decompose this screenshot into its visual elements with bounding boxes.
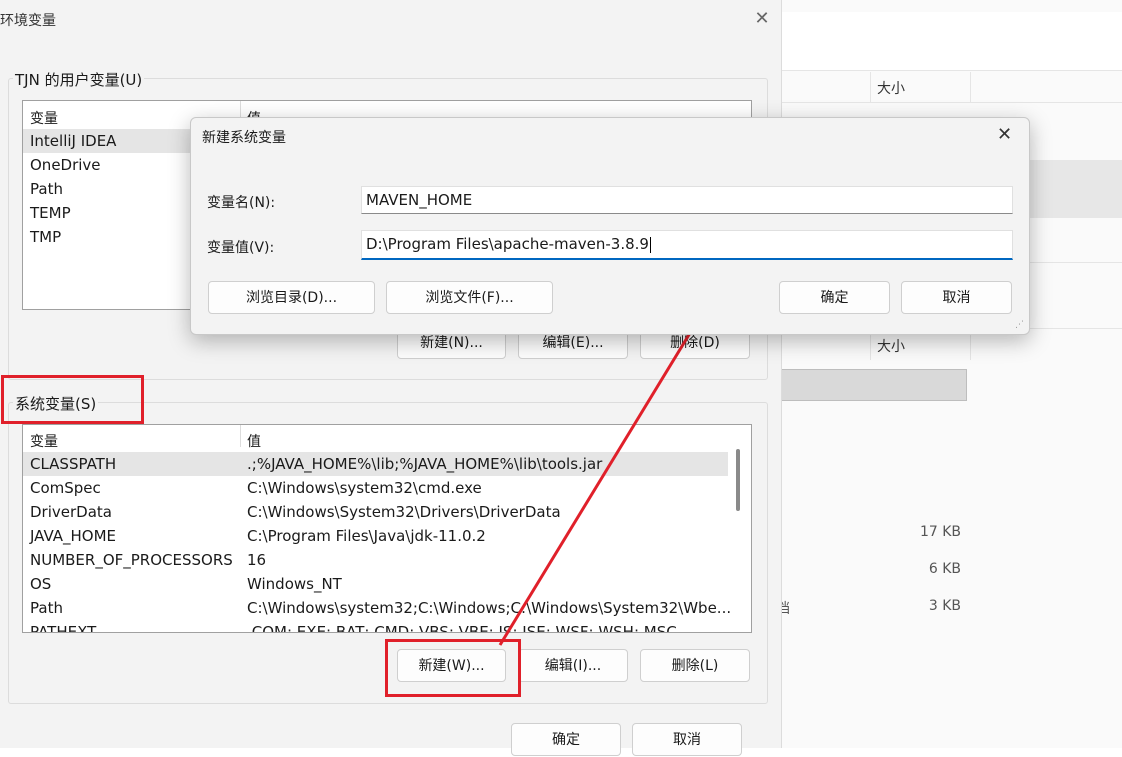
cancel-button[interactable]: 取消: [901, 281, 1012, 314]
variable-value-field[interactable]: D:\Program Files\apache-maven-3.8.9: [361, 230, 1013, 260]
ok-button[interactable]: 确定: [779, 281, 890, 314]
text-cursor: [649, 236, 651, 253]
annotation-arrow-icon: [498, 275, 726, 646]
new-system-variable-dialog: 新建系统变量 ✕ 变量名(N): MAVEN_HOME 变量值(V): D:\P…: [190, 117, 1030, 335]
variable-value-text: D:\Program Files\apache-maven-3.8.9: [366, 235, 649, 253]
browse-directory-button[interactable]: 浏览目录(D)...: [208, 281, 375, 314]
variable-name-field[interactable]: MAVEN_HOME: [361, 186, 1013, 214]
resize-grip-icon[interactable]: ⋰: [1015, 320, 1024, 330]
browse-file-button[interactable]: 浏览文件(F)...: [386, 281, 553, 314]
variable-value-label: 变量值(V):: [207, 240, 275, 256]
dialog-title: 新建系统变量: [202, 130, 286, 146]
variable-name-label: 变量名(N):: [207, 195, 276, 211]
close-icon[interactable]: ✕: [997, 124, 1012, 145]
